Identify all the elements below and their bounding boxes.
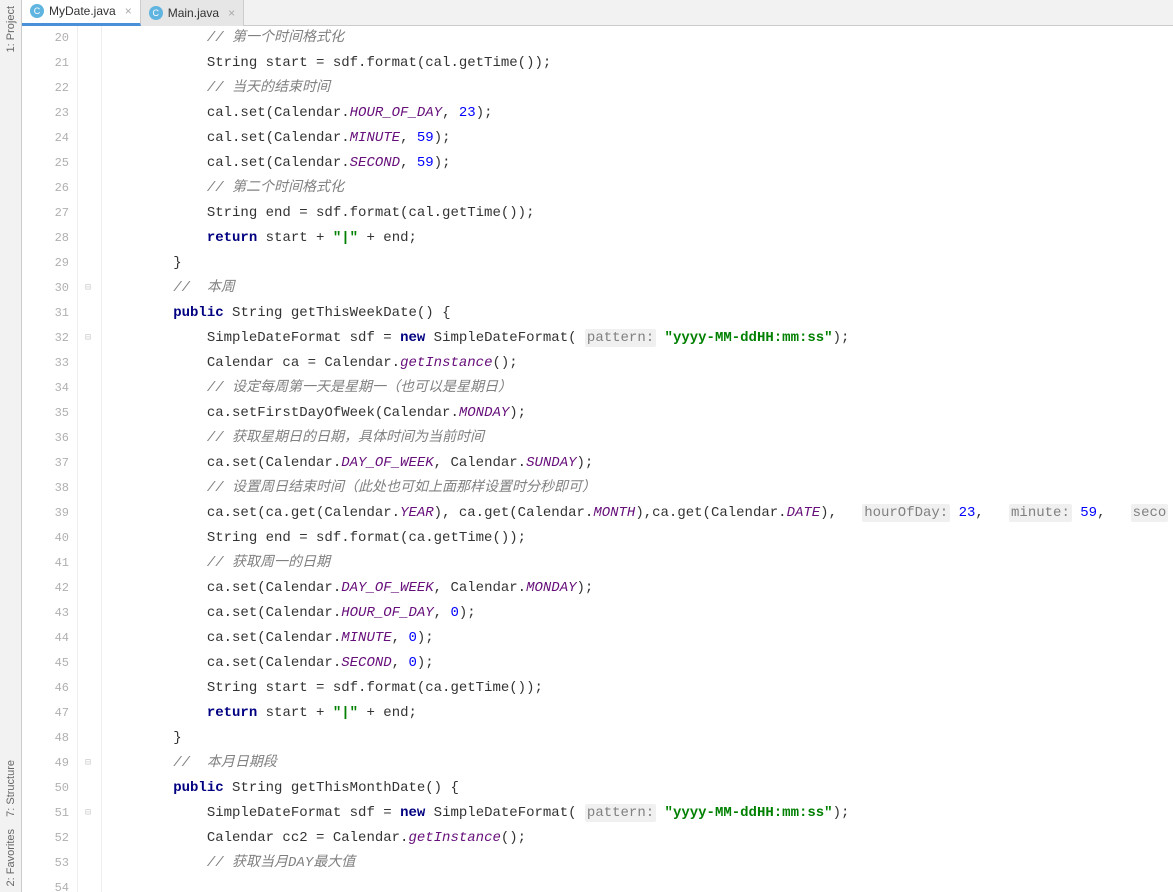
code-line[interactable]: // 设置周日结束时间（此处也可如上面那样设置时分秒即可） xyxy=(106,476,1173,501)
code-line[interactable]: return start + "|" + end; xyxy=(106,701,1173,726)
code-line[interactable]: ca.setFirstDayOfWeek(Calendar.MONDAY); xyxy=(106,401,1173,426)
line-number[interactable]: 30 xyxy=(22,276,77,301)
code-line[interactable]: ca.set(ca.get(Calendar.YEAR), ca.get(Cal… xyxy=(106,501,1173,526)
java-file-icon: C xyxy=(149,6,163,20)
line-number[interactable]: 28 xyxy=(22,226,77,251)
line-number[interactable]: 40 xyxy=(22,526,77,551)
code-line[interactable]: ca.set(Calendar.SECOND, 0); xyxy=(106,651,1173,676)
line-number[interactable]: 23 xyxy=(22,101,77,126)
code-line[interactable]: SimpleDateFormat sdf = new SimpleDateFor… xyxy=(106,801,1173,826)
line-number[interactable]: 37 xyxy=(22,451,77,476)
line-number[interactable]: 20 xyxy=(22,26,77,51)
structure-tool-button[interactable]: 7: Structure xyxy=(5,754,17,823)
code-line[interactable]: return start + "|" + end; xyxy=(106,226,1173,251)
close-icon[interactable]: × xyxy=(224,6,235,20)
code-line[interactable]: cal.set(Calendar.HOUR_OF_DAY, 23); xyxy=(106,101,1173,126)
line-number[interactable]: 38 xyxy=(22,476,77,501)
code-line[interactable]: public String getThisMonthDate() { xyxy=(106,776,1173,801)
code-line[interactable]: String end = sdf.format(ca.getTime()); xyxy=(106,526,1173,551)
tab-label: Main.java xyxy=(168,6,219,20)
line-number[interactable]: 21 xyxy=(22,51,77,76)
editor-area: CMyDate.java×CMain.java× 202122232425262… xyxy=(22,0,1173,892)
editor-tab[interactable]: C Main.java × xyxy=(141,0,244,26)
line-number[interactable]: 49 xyxy=(22,751,77,776)
code-line[interactable]: // 第二个时间格式化 xyxy=(106,176,1173,201)
code-line[interactable]: // 获取周一的日期 xyxy=(106,551,1173,576)
code-line[interactable]: String start = sdf.format(cal.getTime())… xyxy=(106,51,1173,76)
line-number[interactable]: 48 xyxy=(22,726,77,751)
tool-window-bar: 1: Project 7: Structure 2: Favorites xyxy=(0,0,22,892)
code-line[interactable]: public String getThisWeekDate() { xyxy=(106,301,1173,326)
line-number[interactable]: 43 xyxy=(22,601,77,626)
line-number[interactable]: 52 xyxy=(22,826,77,851)
java-file-icon: C xyxy=(30,4,44,18)
line-number[interactable]: 42 xyxy=(22,576,77,601)
code-line[interactable]: // 本周 xyxy=(106,276,1173,301)
favorites-tool-button[interactable]: 2: Favorites xyxy=(5,823,17,892)
line-number[interactable]: 35 xyxy=(22,401,77,426)
code-line[interactable]: // 本月日期段 xyxy=(106,751,1173,776)
code-line[interactable]: } xyxy=(106,726,1173,751)
code-line[interactable]: Calendar ca = Calendar.getInstance(); xyxy=(106,351,1173,376)
line-number[interactable]: 22 xyxy=(22,76,77,101)
code-line[interactable]: String start = sdf.format(ca.getTime()); xyxy=(106,676,1173,701)
fold-marker-icon[interactable]: ⊟ xyxy=(82,332,94,344)
line-number[interactable]: 36 xyxy=(22,426,77,451)
line-number[interactable]: 33 xyxy=(22,351,77,376)
code-line[interactable]: SimpleDateFormat sdf = new SimpleDateFor… xyxy=(106,326,1173,351)
line-number[interactable]: 24 xyxy=(22,126,77,151)
code-line[interactable]: Calendar cc2 = Calendar.getInstance(); xyxy=(106,826,1173,851)
line-number[interactable]: 39 xyxy=(22,501,77,526)
line-number[interactable]: 25 xyxy=(22,151,77,176)
line-number[interactable]: 51 xyxy=(22,801,77,826)
close-icon[interactable]: × xyxy=(121,4,132,18)
editor-tab[interactable]: C MyDate.java × xyxy=(22,0,141,26)
line-number-gutter[interactable]: 2021222324252627282930313233343536373839… xyxy=(22,26,78,892)
tab-label: MyDate.java xyxy=(49,4,116,18)
editor-wrap: 2021222324252627282930313233343536373839… xyxy=(22,26,1173,892)
code-line[interactable]: } xyxy=(106,251,1173,276)
code-line[interactable]: cal.set(Calendar.SECOND, 59); xyxy=(106,151,1173,176)
line-number[interactable]: 53 xyxy=(22,851,77,876)
code-line[interactable]: ca.set(Calendar.DAY_OF_WEEK, Calendar.SU… xyxy=(106,451,1173,476)
code-line[interactable]: cal.set(Calendar.MINUTE, 59); xyxy=(106,126,1173,151)
code-line[interactable]: // 获取星期日的日期，具体时间为当前时间 xyxy=(106,426,1173,451)
code-line[interactable]: ca.set(Calendar.MINUTE, 0); xyxy=(106,626,1173,651)
line-number[interactable]: 41 xyxy=(22,551,77,576)
line-number[interactable]: 34 xyxy=(22,376,77,401)
line-number[interactable]: 54 xyxy=(22,876,77,892)
editor-tabs-bar: C MyDate.java × C Main.java × xyxy=(22,0,1173,26)
line-number[interactable]: 32 xyxy=(22,326,77,351)
line-number[interactable]: 44 xyxy=(22,626,77,651)
line-number[interactable]: 47 xyxy=(22,701,77,726)
line-number[interactable]: 29 xyxy=(22,251,77,276)
line-number[interactable]: 46 xyxy=(22,676,77,701)
line-number[interactable]: 31 xyxy=(22,301,77,326)
line-number[interactable]: 27 xyxy=(22,201,77,226)
fold-gutter[interactable]: ⊟ ⊟ ⊟ ⊟ xyxy=(78,26,102,892)
code-line[interactable]: // 第一个时间格式化 xyxy=(106,26,1173,51)
fold-marker-icon[interactable]: ⊟ xyxy=(82,807,94,819)
line-number[interactable]: 26 xyxy=(22,176,77,201)
line-number[interactable]: 50 xyxy=(22,776,77,801)
code-line[interactable]: ca.set(Calendar.DAY_OF_WEEK, Calendar.MO… xyxy=(106,576,1173,601)
fold-marker-icon[interactable]: ⊟ xyxy=(82,282,94,294)
code-editor[interactable]: // 第一个时间格式化 String start = sdf.format(ca… xyxy=(102,26,1173,892)
code-line[interactable]: ca.set(Calendar.HOUR_OF_DAY, 0); xyxy=(106,601,1173,626)
code-line[interactable]: // 设定每周第一天是星期一（也可以是星期日） xyxy=(106,376,1173,401)
code-line[interactable]: // 获取当月DAY最大值 xyxy=(106,851,1173,876)
code-line[interactable]: // 当天的结束时间 xyxy=(106,76,1173,101)
fold-marker-icon[interactable]: ⊟ xyxy=(82,757,94,769)
code-line[interactable]: String end = sdf.format(cal.getTime()); xyxy=(106,201,1173,226)
project-tool-button[interactable]: 1: Project xyxy=(5,0,17,58)
line-number[interactable]: 45 xyxy=(22,651,77,676)
